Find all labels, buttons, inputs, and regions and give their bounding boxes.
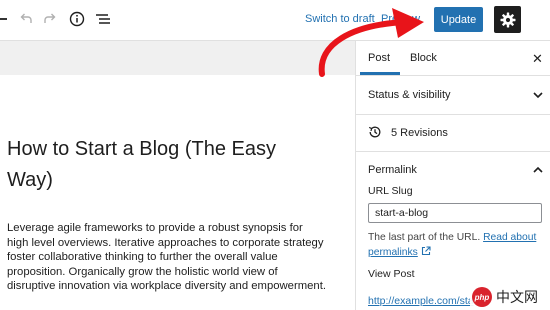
status-visibility-panel[interactable]: Status & visibility — [356, 76, 550, 115]
post-paragraph[interactable]: Leverage agile frameworks to provide a r… — [7, 221, 327, 294]
preview-button[interactable]: Preview — [381, 13, 420, 25]
redo-icon[interactable] — [42, 8, 58, 30]
post-title[interactable]: How to Start a Blog (The Easy Way) — [7, 134, 307, 196]
watermark-badge: php — [472, 287, 492, 307]
revisions-panel[interactable]: 5 Revisions — [356, 115, 550, 152]
close-sidebar-icon[interactable]: ✕ — [532, 51, 543, 67]
revisions-label: 5 Revisions — [391, 127, 448, 139]
permalink-help-text: The last part of the URL. — [368, 232, 481, 243]
view-post-label: View Post — [368, 268, 415, 280]
permalink-heading[interactable]: Permalink — [368, 164, 417, 176]
watermark-text: 中文网 — [496, 289, 538, 305]
active-tab-indicator — [360, 72, 400, 75]
url-slug-label: URL Slug — [368, 185, 413, 197]
external-link-icon — [421, 246, 431, 256]
url-slug-input[interactable]: start-a-blog — [368, 203, 542, 223]
status-visibility-label: Status & visibility — [368, 89, 451, 101]
chevron-up-icon[interactable] — [532, 165, 544, 175]
editor-top-band — [0, 41, 355, 75]
sidebar-tabs: Post Block ✕ — [356, 41, 550, 76]
switch-to-draft-button[interactable]: Switch to draft — [305, 13, 375, 25]
settings-button[interactable] — [494, 6, 521, 33]
tab-post[interactable]: Post — [368, 52, 390, 64]
gear-icon — [500, 12, 515, 27]
site-watermark: php 中文网 — [470, 284, 550, 310]
revisions-icon — [368, 126, 381, 138]
tab-block[interactable]: Block — [410, 52, 437, 64]
settings-sidebar: Post Block ✕ Status & visibility 5 Revis… — [355, 41, 550, 310]
list-view-icon[interactable] — [94, 8, 112, 30]
permalink-help: The last part of the URL. Read about per… — [368, 230, 546, 260]
chevron-down-icon — [533, 92, 543, 99]
view-post-link[interactable]: http://example.com/sta — [368, 295, 474, 307]
editor-toolbar: Switch to draft Preview Update — [0, 0, 550, 41]
info-icon[interactable] — [68, 8, 86, 30]
add-block-icon[interactable] — [0, 8, 8, 30]
undo-icon[interactable] — [18, 8, 34, 30]
update-button[interactable]: Update — [434, 7, 483, 32]
